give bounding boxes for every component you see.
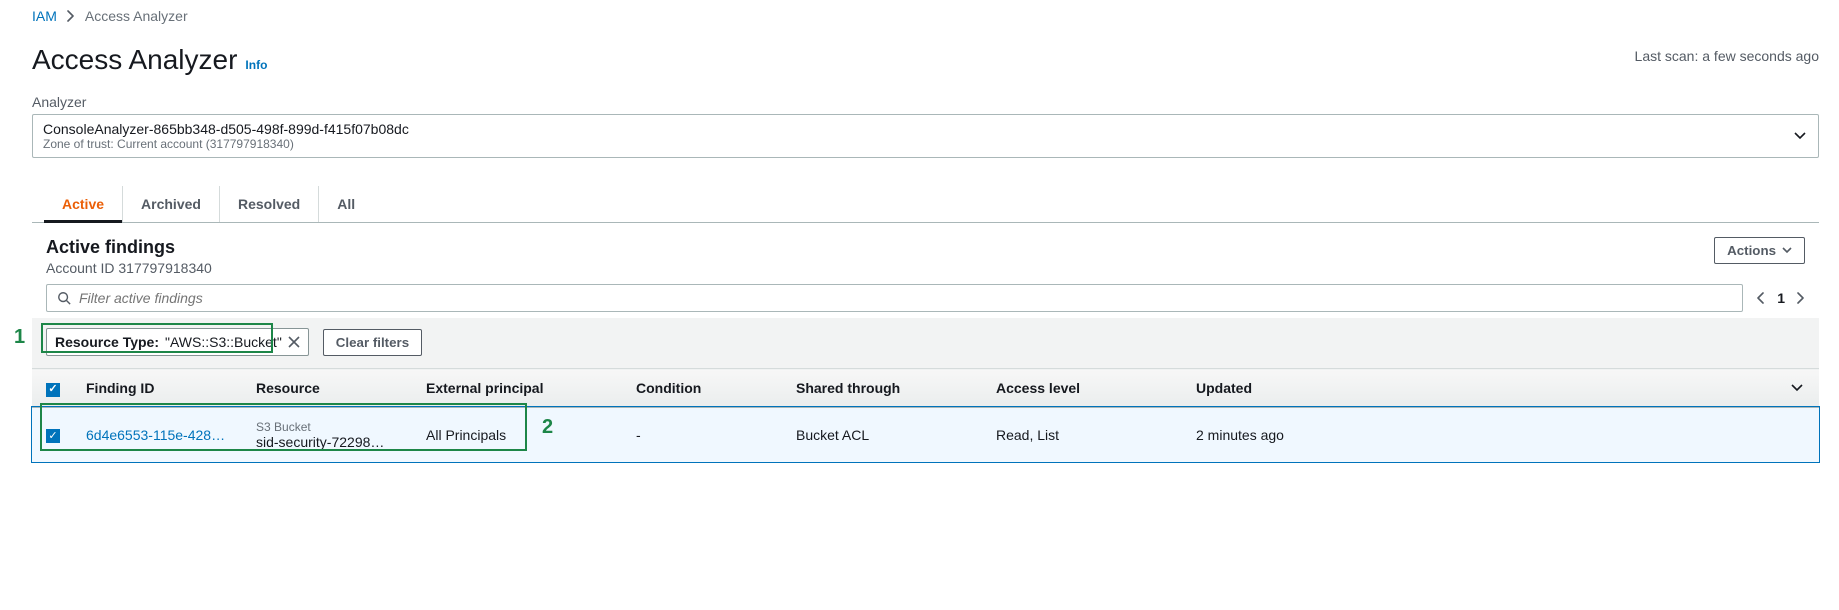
caret-down-icon <box>1791 384 1803 392</box>
pager-prev[interactable] <box>1757 292 1765 304</box>
info-link[interactable]: Info <box>245 58 267 72</box>
cell-updated: 2 minutes ago <box>1184 407 1779 462</box>
filter-input-wrapper[interactable] <box>46 284 1743 312</box>
chevron-right-icon <box>1797 292 1805 304</box>
tab-active[interactable]: Active <box>44 186 122 223</box>
col-shared-through[interactable]: Shared through <box>784 369 984 408</box>
col-access-level[interactable]: Access level <box>984 369 1184 408</box>
cell-access-level: Read, List <box>984 407 1184 462</box>
cell-condition: - <box>624 407 784 462</box>
breadcrumb: IAM Access Analyzer <box>32 8 1819 24</box>
annotation-1: 1 <box>14 326 25 349</box>
breadcrumb-current: Access Analyzer <box>85 8 188 24</box>
annotation-2: 2 <box>542 416 553 439</box>
filter-chip-resource-type[interactable]: Resource Type: "AWS::S3::Bucket" <box>46 328 309 356</box>
table-row[interactable]: 6d4e6553-115e-428… S3 Bucket sid-securit… <box>32 407 1819 462</box>
page-title: Access Analyzer <box>32 44 237 76</box>
col-condition[interactable]: Condition <box>624 369 784 408</box>
search-icon <box>57 291 71 305</box>
select-all-checkbox[interactable] <box>46 383 60 397</box>
filter-chip-key: Resource Type: <box>55 334 159 350</box>
filter-input[interactable] <box>79 290 1732 306</box>
breadcrumb-root-link[interactable]: IAM <box>32 8 57 24</box>
findings-table: Finding ID Resource External principal C… <box>32 368 1819 463</box>
col-finding-id[interactable]: Finding ID <box>74 369 244 408</box>
actions-button-label: Actions <box>1727 243 1776 258</box>
clear-filters-button[interactable]: Clear filters <box>323 329 422 356</box>
filter-chip-remove[interactable] <box>288 336 300 348</box>
analyzer-label: Analyzer <box>32 94 1819 110</box>
filter-chip-value: "AWS::S3::Bucket" <box>165 334 282 350</box>
actions-button[interactable]: Actions <box>1714 237 1805 264</box>
chevron-right-icon <box>67 10 75 22</box>
col-external-principal[interactable]: External principal <box>414 369 624 408</box>
analyzer-zone: Zone of trust: Current account (31779791… <box>43 137 1788 151</box>
pager-page-number: 1 <box>1777 290 1785 306</box>
cell-external-principal: All Principals <box>414 407 624 462</box>
tab-resolved[interactable]: Resolved <box>219 186 318 222</box>
tabs: Active Archived Resolved All <box>32 186 1819 223</box>
caret-down-icon <box>1794 132 1806 140</box>
chevron-left-icon <box>1757 292 1765 304</box>
col-settings[interactable] <box>1779 369 1819 408</box>
analyzer-select[interactable]: ConsoleAnalyzer-865bb348-d505-498f-899d-… <box>32 114 1819 158</box>
pager-next[interactable] <box>1797 292 1805 304</box>
close-icon <box>288 336 300 348</box>
findings-account: Account ID 317797918340 <box>46 260 212 276</box>
tab-archived[interactable]: Archived <box>122 186 219 222</box>
resource-type: S3 Bucket <box>256 420 402 434</box>
finding-id-link[interactable]: 6d4e6553-115e-428… <box>86 427 225 443</box>
col-updated[interactable]: Updated <box>1184 369 1779 408</box>
tab-all[interactable]: All <box>318 186 373 222</box>
col-resource[interactable]: Resource <box>244 369 414 408</box>
caret-down-icon <box>1782 247 1792 254</box>
findings-title: Active findings <box>46 237 212 258</box>
pager: 1 <box>1757 290 1805 306</box>
resource-name: sid-security-72298… <box>256 434 402 450</box>
analyzer-name: ConsoleAnalyzer-865bb348-d505-498f-899d-… <box>43 121 1788 137</box>
last-scan-text: Last scan: a few seconds ago <box>1635 48 1819 64</box>
cell-shared-through: Bucket ACL <box>784 407 984 462</box>
row-checkbox[interactable] <box>46 429 60 443</box>
